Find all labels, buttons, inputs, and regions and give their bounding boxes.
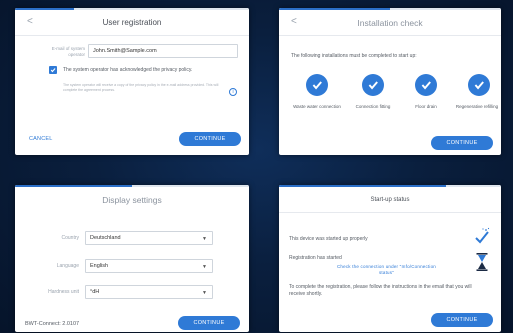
continue-button[interactable]: CONTINUE [431, 313, 493, 327]
header: < User registration [15, 10, 249, 36]
privacy-note: The system operator will receive a copy … [63, 83, 219, 92]
country-label: Country [61, 235, 79, 241]
hardness-value: °dH [90, 289, 100, 295]
checkmark-icon [368, 81, 378, 90]
chevron-down-icon: ▼ [202, 236, 207, 242]
back-icon[interactable]: < [27, 16, 33, 27]
registration-text: Registration has started [289, 255, 342, 261]
page-title: Installation check [357, 17, 423, 28]
user-registration-screen: < User registration E-mail of system ope… [15, 8, 249, 155]
success-check-icon [474, 227, 490, 250]
startup-status-screen: Start-up status This device was started … [279, 185, 501, 332]
country-select[interactable]: Deutschland ▼ [85, 231, 213, 245]
continue-button[interactable]: CONTINUE [178, 316, 240, 330]
check-circle-waste-water [306, 74, 328, 96]
privacy-checkbox[interactable] [49, 66, 57, 74]
language-select[interactable]: English ▼ [85, 259, 213, 273]
check-label-floor-drain: Floor drain [415, 104, 437, 109]
privacy-text: The system operator has acknowledged the… [63, 67, 193, 73]
check-label-connection-fitting: Connection fitting [355, 104, 391, 109]
checkmark-icon [312, 81, 322, 90]
email-field[interactable]: John.Smith@Sample.com [88, 44, 238, 58]
page-title: Start-up status [370, 196, 410, 203]
check-circle-floor-drain [415, 74, 437, 96]
header: Display settings [15, 187, 249, 213]
version-text: BWT-Connect: 2.0107 [25, 321, 80, 327]
check-circle-connection-fitting [362, 74, 384, 96]
checkmark-icon [474, 81, 484, 90]
connection-status-link[interactable]: Check the connection under "Info/Connect… [334, 264, 439, 276]
back-icon[interactable]: < [291, 16, 297, 27]
header: < Installation check [279, 10, 501, 36]
check-label-regenerative-refilling: Regenerative refilling [455, 104, 499, 109]
check-circle-regenerative-refilling [468, 74, 490, 96]
started-text: This device was started up properly [289, 236, 368, 242]
hourglass-icon [476, 253, 488, 276]
email-label: E-mail of system operator [51, 46, 85, 57]
continue-button[interactable]: CONTINUE [179, 132, 241, 146]
language-label: Language [56, 263, 79, 269]
installation-check-screen: < Installation check The following insta… [279, 8, 501, 155]
page-title: User registration [102, 18, 162, 27]
check-label-waste-water: Waste water connection [293, 104, 341, 109]
country-value: Deutschland [90, 235, 121, 241]
checkmark-icon [421, 81, 431, 90]
intro-text: The following installations must be comp… [291, 53, 417, 59]
checkmark-icon [50, 68, 56, 73]
header: Start-up status [279, 187, 501, 213]
language-value: English [90, 263, 109, 269]
continue-button[interactable]: CONTINUE [431, 136, 493, 150]
page-title: Display settings [102, 195, 162, 205]
info-icon[interactable]: i [229, 88, 237, 96]
display-settings-screen: Display settings Country Deutschland ▼ L… [15, 185, 249, 332]
hardness-label: Hardness unit [48, 289, 79, 295]
instructions-text: To complete the registration, please fol… [289, 284, 472, 297]
hardness-select[interactable]: °dH ▼ [85, 285, 213, 299]
cancel-button[interactable]: CANCEL [29, 136, 53, 142]
chevron-down-icon: ▼ [202, 290, 207, 296]
chevron-down-icon: ▼ [202, 264, 207, 270]
